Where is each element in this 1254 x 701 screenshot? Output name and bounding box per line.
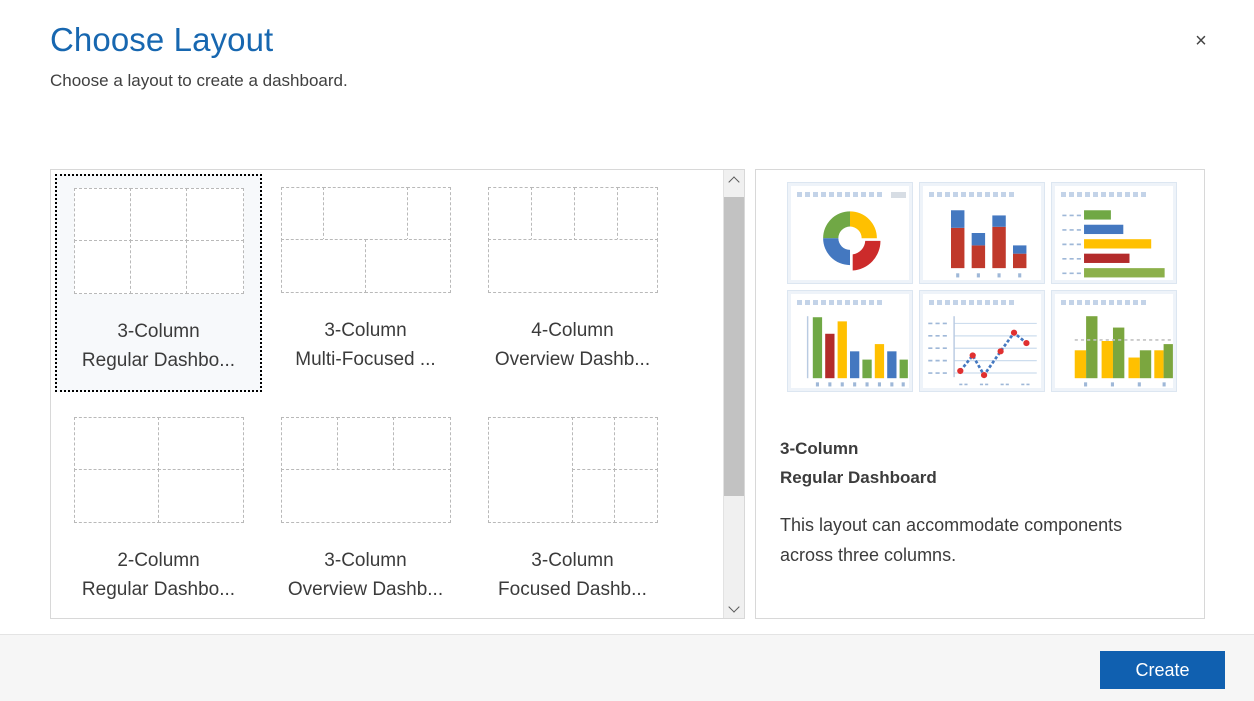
- dialog-subtitle: Choose a layout to create a dashboard.: [50, 71, 348, 90]
- layout-card-label: 2-Column Regular Dashbo...: [82, 546, 235, 604]
- preview-description: This layout can accommodate components a…: [780, 515, 1123, 565]
- thumb-cell: [129, 240, 188, 294]
- bar-chart-icon: [1062, 210, 1165, 278]
- layout-thumbnail: [73, 417, 244, 530]
- thumb-cell: [322, 187, 409, 241]
- line-chart-icon: [928, 316, 1037, 386]
- layout-card-label-line1: 3-Column: [531, 550, 614, 571]
- create-button[interactable]: Create: [1100, 651, 1225, 689]
- layout-thumbnail: [73, 188, 244, 301]
- preview-chart-stacked-bar: [919, 182, 1045, 284]
- layout-card-label-line1: 2-Column: [117, 550, 200, 571]
- thumb-cell: [129, 188, 188, 242]
- layout-card-label: 3-Column Focused Dashb...: [498, 546, 647, 604]
- preview-title-line1: 3-Column: [780, 439, 859, 458]
- thumb-cell: [487, 417, 574, 523]
- layout-thumbnail: [487, 187, 658, 300]
- layout-thumbnail: [280, 417, 451, 530]
- thumb-cell: [185, 188, 244, 242]
- layout-card-label-line2: Regular Dashbo...: [81, 350, 236, 371]
- layout-grid: 3-Column Regular Dashbo... 3-Column Mult…: [51, 170, 724, 618]
- layout-card-label-line2: Regular Dashbo...: [81, 579, 236, 600]
- grouped-column-chart-icon: [1074, 316, 1173, 387]
- donut-chart-icon: [823, 211, 881, 271]
- preview-chart-donut: [787, 182, 913, 284]
- layout-card-3-column-focused-dashboard[interactable]: 3-Column Focused Dashb...: [469, 404, 676, 618]
- choose-layout-dialog: Choose Layout Choose a layout to create …: [0, 0, 1254, 701]
- preview-title: 3-Column Regular Dashboard: [780, 434, 1180, 492]
- thumb-cell: [336, 417, 395, 471]
- thumb-cell: [73, 417, 160, 471]
- layout-card-3-column-multi-focused[interactable]: 3-Column Multi-Focused ...: [262, 174, 469, 392]
- layout-list-scrollbar[interactable]: [723, 170, 744, 618]
- layout-card-3-column-regular-dashboard[interactable]: 3-Column Regular Dashbo...: [55, 174, 262, 392]
- thumb-cell: [73, 188, 132, 242]
- thumb-cell: [280, 469, 451, 523]
- thumb-cell: [616, 187, 658, 241]
- thumb-cell: [573, 187, 619, 241]
- layout-card-2-column-regular-dashboard[interactable]: 2-Column Regular Dashbo...: [55, 404, 262, 618]
- layout-card-label-line1: 4-Column: [531, 320, 614, 341]
- layout-preview-image: [787, 182, 1177, 392]
- dialog-footer: Create: [0, 634, 1254, 701]
- thumb-cell: [73, 240, 132, 294]
- preview-title-line2: Regular Dashboard: [780, 468, 937, 487]
- thumb-cell: [487, 239, 658, 293]
- thumb-cell: [571, 469, 616, 523]
- layout-card-label-line1: 3-Column: [324, 550, 407, 571]
- layout-card-label: 3-Column Multi-Focused ...: [295, 316, 435, 374]
- thumb-cell: [406, 187, 451, 241]
- layout-preview-panel: 3-Column Regular Dashboard This layout c…: [755, 169, 1205, 619]
- close-icon[interactable]: ×: [1184, 24, 1218, 58]
- layout-card-label: 3-Column Overview Dashb...: [288, 546, 443, 604]
- thumb-cell: [157, 469, 244, 523]
- thumb-cell: [73, 469, 160, 523]
- thumb-cell: [280, 417, 339, 471]
- thumb-cell: [392, 417, 451, 471]
- thumb-cell: [280, 187, 325, 241]
- layout-list-panel[interactable]: 3-Column Regular Dashbo... 3-Column Mult…: [50, 169, 745, 619]
- thumb-cell: [613, 417, 658, 471]
- layout-card-label-line1: 3-Column: [117, 321, 200, 342]
- thumb-cell: [280, 239, 367, 293]
- layout-card-label-line2: Overview Dashb...: [287, 579, 444, 600]
- layout-card-label-line2: Multi-Focused ...: [295, 349, 436, 370]
- dialog-header: Choose Layout Choose a layout to create …: [0, 0, 1254, 120]
- thumb-cell: [613, 469, 658, 523]
- layout-card-4-column-overview-dashboard[interactable]: 4-Column Overview Dashb...: [469, 174, 676, 392]
- preview-chart-line: [919, 290, 1045, 392]
- layout-card-label: 4-Column Overview Dashb...: [495, 316, 650, 374]
- chevron-down-icon[interactable]: [724, 597, 744, 618]
- chevron-up-icon[interactable]: [724, 170, 744, 191]
- thumb-cell: [530, 187, 576, 241]
- stacked-bar-chart-icon: [951, 210, 1027, 278]
- column-chart-icon: [806, 316, 908, 387]
- layout-card-label-line2: Focused Dashb...: [498, 579, 647, 600]
- layout-card-label-line1: 3-Column: [324, 320, 407, 341]
- layout-card-label: 3-Column Regular Dashbo...: [82, 317, 235, 375]
- layout-card-label-line2: Overview Dashb...: [494, 349, 651, 370]
- layout-thumbnail: [280, 187, 451, 300]
- thumb-cell: [571, 417, 616, 471]
- thumb-cell: [487, 187, 533, 241]
- layout-card-3-column-overview-dashboard[interactable]: 3-Column Overview Dashb...: [262, 404, 469, 618]
- preview-chart-grouped-column: [1051, 290, 1177, 392]
- thumb-cell: [364, 239, 451, 293]
- page-title: Choose Layout: [50, 21, 274, 58]
- scrollbar-thumb[interactable]: [724, 197, 744, 496]
- thumb-cell: [157, 417, 244, 471]
- preview-chart-horizontal-bar: [1051, 182, 1177, 284]
- preview-chart-column: [787, 290, 913, 392]
- thumb-cell: [185, 240, 244, 294]
- layout-thumbnail: [487, 417, 658, 530]
